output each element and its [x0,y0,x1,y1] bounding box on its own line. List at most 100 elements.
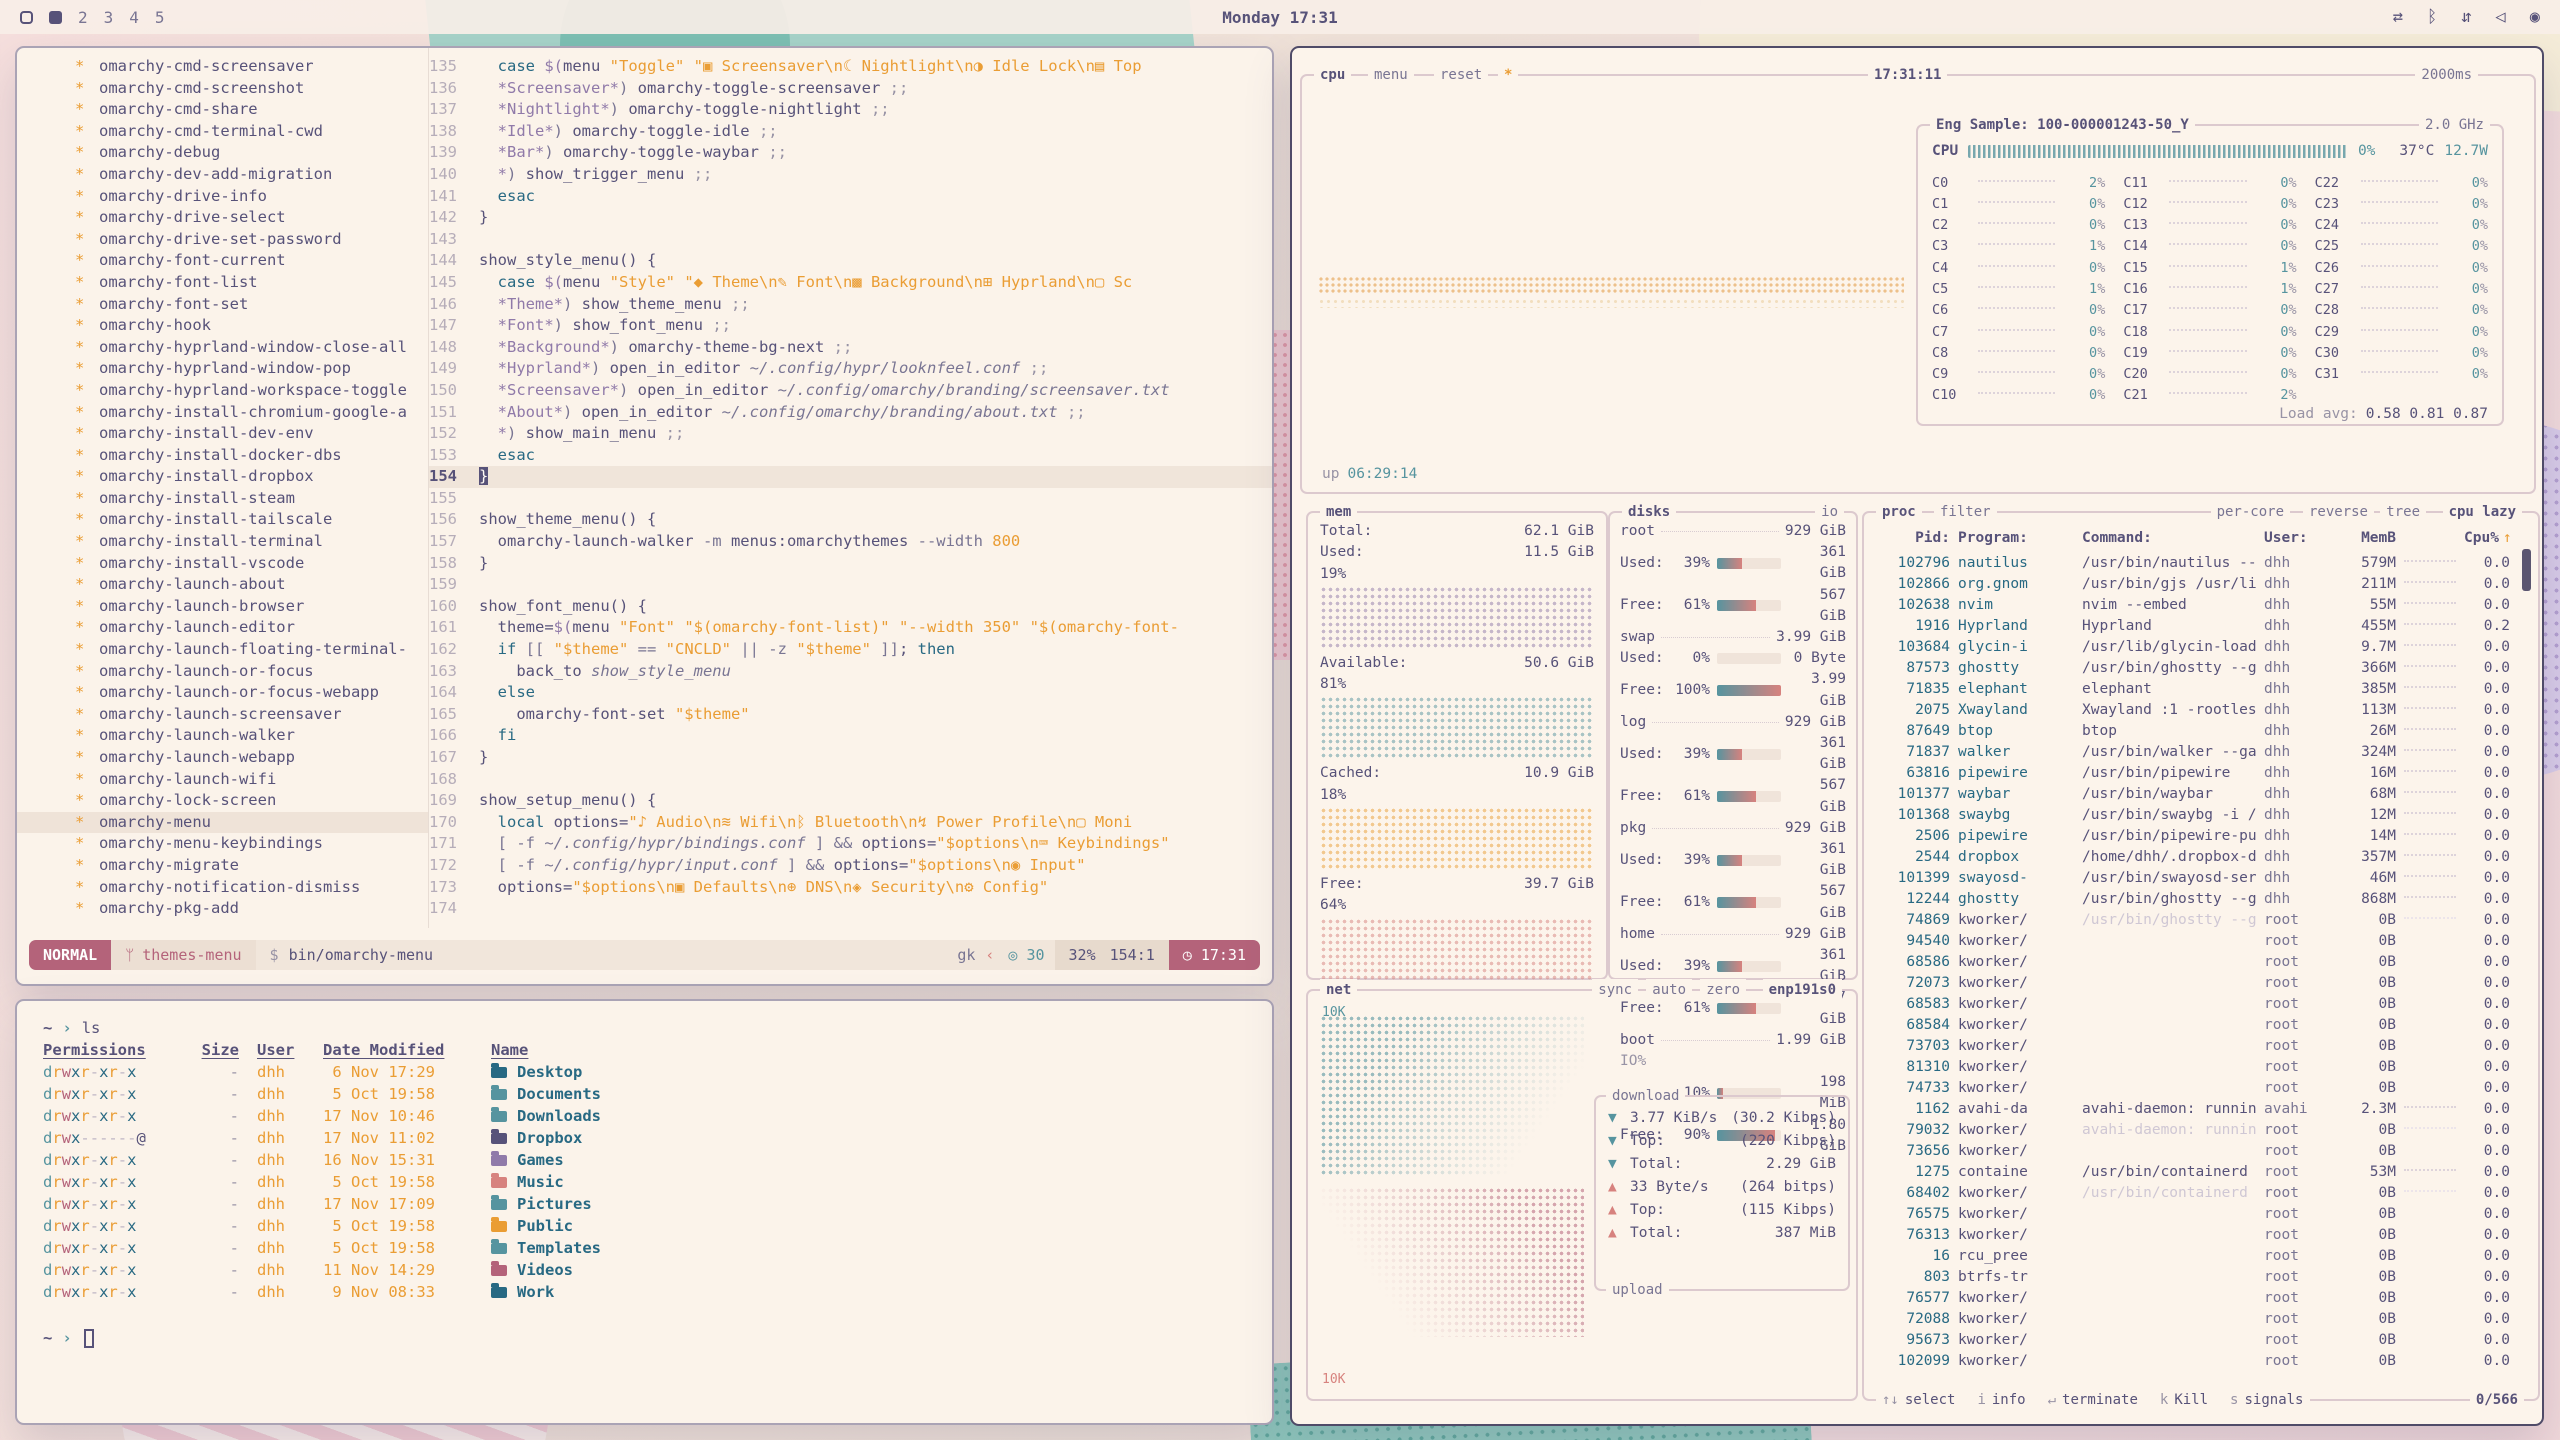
process-row[interactable]: 68584kworker/root0B0.0 [1876,1015,2510,1036]
file-item[interactable]: *omarchy-drive-set-password [17,229,428,251]
process-row[interactable]: 68586kworker/root0B0.0 [1876,952,2510,973]
prompt-line[interactable]: ~ › [43,1327,1246,1349]
file-item[interactable]: *omarchy-cmd-screenshot [17,78,428,100]
proc-action-info[interactable]: iinfo [1977,1389,2025,1411]
proc-action-terminate[interactable]: ↵terminate [2048,1389,2138,1411]
file-item[interactable]: *omarchy-debug [17,142,428,164]
process-row[interactable]: 102638nvimnvim --embeddhh55M0.0 [1876,595,2510,616]
cpu-box-title[interactable]: cpu [1314,64,1351,86]
process-row[interactable]: 12244ghostty/usr/bin/ghostty --gtk-dhh86… [1876,889,2510,910]
process-row[interactable]: 73656kworker/root0B0.0 [1876,1141,2510,1162]
proc-column-header[interactable]: Cpu%↑ [2464,530,2510,546]
process-row[interactable]: 101399swayosd-/usr/bin/swayosd-serverdhh… [1876,868,2510,889]
file-item[interactable]: *omarchy-launch-walker [17,725,428,747]
process-row[interactable]: 2506pipewire/usr/bin/pipewire-pulsedhh14… [1876,826,2510,847]
file-item[interactable]: *omarchy-notification-dismiss [17,877,428,899]
workspace-2-button[interactable]: 2 [78,8,88,27]
omarchy-logo-icon[interactable] [20,11,33,24]
proc-column-header[interactable]: User: [2264,530,2322,546]
mem-box-title[interactable]: mem [1320,501,1357,523]
file-item[interactable]: *omarchy-font-current [17,250,428,272]
process-row[interactable]: 1162avahi-daavahi-daemon: running [avahi… [1876,1099,2510,1120]
file-item[interactable]: *omarchy-launch-floating-terminal- [17,639,428,661]
file-item[interactable]: *omarchy-hook [17,315,428,337]
net-box-title[interactable]: net [1320,979,1357,1001]
process-row[interactable]: 87649btopbtopdhh26M0.0 [1876,721,2510,742]
file-item[interactable]: *omarchy-install-terminal [17,531,428,553]
file-item[interactable]: *omarchy-cmd-screensaver [17,56,428,78]
preset-indicator[interactable]: * [1498,64,1518,86]
process-row[interactable]: 74733kworker/root0B0.0 [1876,1078,2510,1099]
process-row[interactable]: 79032kworker/avahi-daemon: running [root… [1876,1120,2510,1141]
process-row[interactable]: 87573ghostty/usr/bin/ghostty --gtk-dhh36… [1876,658,2510,679]
workspace-1-active-indicator[interactable] [49,11,62,24]
file-item[interactable]: *omarchy-lock-screen [17,790,428,812]
terminal-output[interactable]: ~ › ls Permissions Size User Date Modifi… [17,1001,1272,1365]
file-item[interactable]: *omarchy-cmd-terminal-cwd [17,121,428,143]
net-sync-button[interactable]: sync [1592,979,1638,1001]
process-row[interactable]: 102866org.gnom/usr/bin/gjs /usr/lib/odhh… [1876,574,2510,595]
process-row[interactable]: 103684glycin-i/usr/lib/glycin-loadersdhh… [1876,637,2510,658]
process-row[interactable]: 81310kworker/root0B0.0 [1876,1057,2510,1078]
file-item[interactable]: *omarchy-hyprland-window-close-all [17,337,428,359]
process-row[interactable]: 101368swaybg/usr/bin/swaybg -i /homdhh12… [1876,805,2510,826]
process-row[interactable]: 101377waybar/usr/bin/waybardhh68M0.0 [1876,784,2510,805]
process-row[interactable]: 102796nautilus/usr/bin/nautilus --newdhh… [1876,553,2510,574]
file-item[interactable]: *omarchy-install-vscode [17,553,428,575]
tree-button[interactable]: tree [2380,501,2426,523]
file-item[interactable]: *omarchy-install-dropbox [17,466,428,488]
file-item[interactable]: *omarchy-menu [17,812,428,834]
menu-button[interactable]: menu [1368,64,1414,86]
process-row[interactable]: 1916HyprlandHyprlanddhh455M0.2 [1876,616,2510,637]
process-row[interactable]: 71835elephantelephantdhh385M0.0 [1876,679,2510,700]
process-table[interactable]: 102796nautilus/usr/bin/nautilus --newdhh… [1876,553,2510,1385]
workspace-5-button[interactable]: 5 [155,8,165,27]
volume-icon[interactable]: ◁ [2496,7,2506,27]
file-item[interactable]: *omarchy-launch-screensaver [17,704,428,726]
process-scrollbar-thumb[interactable] [2522,549,2531,591]
process-row[interactable]: 2075XwaylandXwayland :1 -rootless -dhh11… [1876,700,2510,721]
file-item[interactable]: *omarchy-migrate [17,855,428,877]
per-core-button[interactable]: per-core [2211,501,2290,523]
process-row[interactable]: 71837walker/usr/bin/walker --gappldhh324… [1876,742,2510,763]
proc-box-title[interactable]: proc [1876,501,1922,523]
file-item[interactable]: *omarchy-launch-wifi [17,769,428,791]
filter-button[interactable]: filter [1934,501,1997,523]
proc-column-header[interactable]: Program: [1958,530,2074,546]
file-item[interactable]: *omarchy-pkg-add [17,898,428,920]
nvim-code-buffer[interactable]: 135 case $(menu "Toggle" "▣ Screensaver\… [429,48,1272,928]
net-zero-button[interactable]: zero [1700,979,1746,1001]
reverse-button[interactable]: reverse [2303,501,2374,523]
file-item[interactable]: *omarchy-install-steam [17,488,428,510]
proc-action-select[interactable]: ↑↓select [1882,1389,1955,1411]
process-row[interactable]: 68402kworker//usr/bin/containerdroot0B0.… [1876,1183,2510,1204]
process-row[interactable]: 63816pipewire/usr/bin/pipewiredhh16M0.0 [1876,763,2510,784]
process-table-header[interactable]: Pid:Program:Command:User:MemBCpu%↑ [1876,527,2510,549]
power-icon[interactable]: ◉ [2530,7,2540,27]
file-item[interactable]: *omarchy-drive-select [17,207,428,229]
process-row[interactable]: 803btrfs-trroot0B0.0 [1876,1267,2510,1288]
file-item[interactable]: *omarchy-launch-or-focus-webapp [17,682,428,704]
process-row[interactable]: 74869kworker//usr/bin/ghostty --gtk-root… [1876,910,2510,931]
file-item[interactable]: *omarchy-font-set [17,294,428,316]
process-row[interactable]: 102099kworker/root0B0.0 [1876,1351,2510,1372]
file-item[interactable]: *omarchy-cmd-share [17,99,428,121]
file-item[interactable]: *omarchy-install-tailscale [17,509,428,531]
file-item[interactable]: *omarchy-dev-add-migration [17,164,428,186]
file-item[interactable]: *omarchy-launch-about [17,574,428,596]
net-auto-button[interactable]: auto [1646,979,1692,1001]
file-item[interactable]: *omarchy-menu-keybindings [17,833,428,855]
io-mode-button[interactable]: io [1815,501,1844,523]
file-item[interactable]: *omarchy-font-list [17,272,428,294]
process-row[interactable]: 16rcu_preeroot0B0.0 [1876,1246,2510,1267]
disks-box-title[interactable]: disks [1622,501,1676,523]
sort-column-selector[interactable]: cpu lazy [2443,501,2522,523]
file-item[interactable]: *omarchy-hyprland-window-pop [17,358,428,380]
process-row[interactable]: 68583kworker/root0B0.0 [1876,994,2510,1015]
network-interface[interactable]: enp191s0 [1763,979,1842,1001]
network-icon[interactable]: ⇵ [2461,7,2471,27]
process-row[interactable]: 73703kworker/root0B0.0 [1876,1036,2510,1057]
file-item[interactable]: *omarchy-launch-webapp [17,747,428,769]
process-row[interactable]: 94540kworker/root0B0.0 [1876,931,2510,952]
proc-column-header[interactable]: Pid: [1876,530,1950,546]
